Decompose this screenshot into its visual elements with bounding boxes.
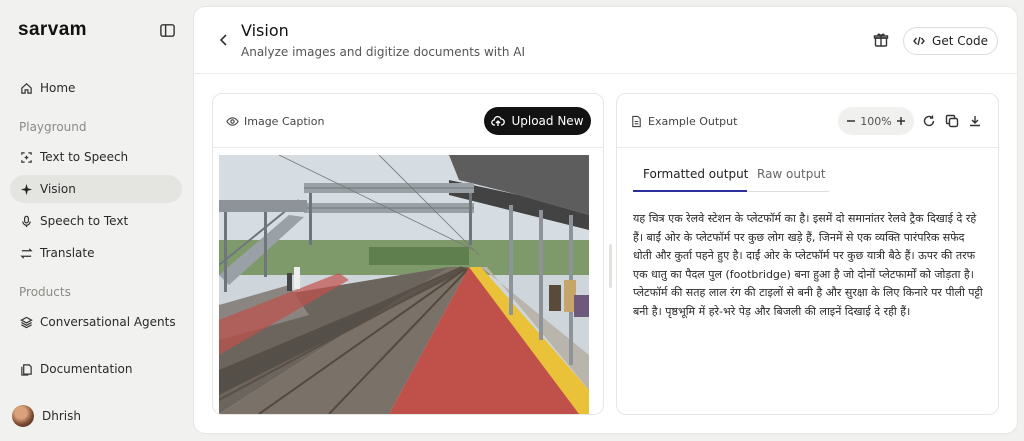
sidebar: sarvam Home Playground Text to Speech Vi… xyxy=(0,0,192,441)
zoom-in-icon[interactable] xyxy=(895,115,907,127)
output-panel-header: Example Output 100% xyxy=(617,94,998,148)
sidebar-item-label: Speech to Text xyxy=(40,214,129,228)
zoom-control: 100% xyxy=(838,107,914,135)
tab-formatted-output[interactable]: Formatted output xyxy=(643,167,748,181)
sidebar-item-label: Translate xyxy=(40,246,95,260)
translate-icon xyxy=(20,247,33,259)
example-output-panel: Example Output 100% Formatted output Raw… xyxy=(616,93,999,415)
back-arrow-icon[interactable] xyxy=(218,33,230,47)
sidebar-item-text-to-speech[interactable]: Text to Speech xyxy=(10,143,182,171)
example-output-label: Example Output xyxy=(630,115,737,128)
get-code-label: Get Code xyxy=(932,34,988,48)
page-header: Vision Analyze images and digitize docum… xyxy=(194,7,1017,74)
railway-platform-image xyxy=(219,155,589,414)
avatar xyxy=(12,405,34,427)
document-icon xyxy=(632,115,641,128)
sidebar-item-translate[interactable]: Translate xyxy=(10,239,182,267)
mic-icon xyxy=(22,215,31,227)
sidebar-item-label: Documentation xyxy=(40,362,133,376)
output-tabs: Formatted output Raw output xyxy=(633,158,829,192)
sidebar-item-label: Text to Speech xyxy=(40,150,129,164)
sidebar-item-vision[interactable]: Vision xyxy=(10,175,182,203)
download-icon[interactable] xyxy=(968,114,982,128)
user-profile[interactable]: Dhrish xyxy=(12,405,81,427)
layers-icon xyxy=(20,316,33,328)
sidebar-item-documentation[interactable]: Documentation xyxy=(10,355,182,383)
copy-icon[interactable] xyxy=(945,114,959,128)
page-title: Vision xyxy=(241,21,289,40)
refresh-icon[interactable] xyxy=(922,114,936,128)
zoom-out-icon[interactable] xyxy=(845,115,857,127)
image-panel-header: Image Caption Upload New xyxy=(213,94,603,148)
image-caption-text: Image Caption xyxy=(244,115,325,128)
gift-icon[interactable] xyxy=(873,32,889,48)
get-code-button[interactable]: Get Code xyxy=(903,27,998,55)
example-output-text: Example Output xyxy=(648,115,738,128)
home-icon xyxy=(21,82,32,94)
sidebar-item-home[interactable]: Home xyxy=(10,74,182,102)
sidebar-item-conversational-agents[interactable]: Conversational Agents xyxy=(10,308,182,336)
sidebar-item-label: Conversational Agents xyxy=(40,315,176,329)
sarvam-logo[interactable]: sarvam xyxy=(18,19,87,41)
sidebar-item-label: Vision xyxy=(40,182,76,196)
image-caption-label: Image Caption xyxy=(226,115,324,128)
sparkle-icon xyxy=(20,183,33,195)
upload-new-button[interactable]: Upload New xyxy=(484,107,591,135)
page-subtitle: Analyze images and digitize documents wi… xyxy=(241,45,526,59)
eye-icon xyxy=(226,117,239,126)
sidebar-item-speech-to-text[interactable]: Speech to Text xyxy=(10,207,182,235)
section-playground: Playground xyxy=(19,120,87,134)
code-icon xyxy=(913,36,925,46)
zoom-level: 100% xyxy=(860,114,892,128)
text-speech-icon xyxy=(21,151,32,163)
output-text: यह चित्र एक रेलवे स्टेशन के प्लेटफॉर्म क… xyxy=(633,212,983,318)
active-tab-indicator xyxy=(633,190,747,192)
section-products: Products xyxy=(19,285,71,299)
doc-icon xyxy=(21,363,32,376)
cloud-upload-icon xyxy=(491,116,506,126)
panel-resize-handle[interactable] xyxy=(609,244,612,288)
image-caption-panel: Image Caption Upload New xyxy=(212,93,604,415)
sidebar-item-label: Home xyxy=(40,81,76,95)
uploaded-image xyxy=(219,155,589,414)
sidebar-toggle-icon[interactable] xyxy=(159,22,176,39)
main-content: Vision Analyze images and digitize docum… xyxy=(193,6,1018,434)
upload-new-label: Upload New xyxy=(511,114,584,128)
tab-raw-output[interactable]: Raw output xyxy=(757,167,826,181)
user-name: Dhrish xyxy=(42,409,81,423)
